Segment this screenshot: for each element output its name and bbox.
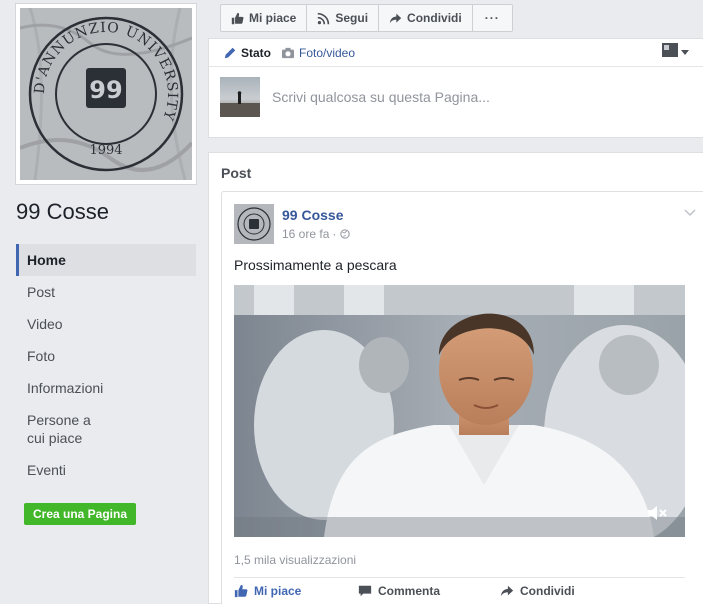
composer-placeholder: Scrivi qualcosa su questa Pagina... <box>272 89 490 105</box>
dropdown-caret-icon <box>681 45 689 59</box>
nav-item-eventi[interactable]: Eventi <box>16 454 196 486</box>
nav-item-informazioni[interactable]: Informazioni <box>16 372 196 404</box>
thumbs-up-icon <box>231 12 244 25</box>
post-like-button[interactable]: Mi piace <box>234 584 330 598</box>
page-nav: Home Post Video Foto Informazioni Person… <box>16 244 196 486</box>
post-text: Prossimamente a pescara <box>234 257 397 273</box>
video-frame <box>234 285 685 537</box>
post-divider <box>234 577 685 578</box>
like-page-label: Mi piace <box>249 11 297 25</box>
like-page-button[interactable]: Mi piace <box>220 4 308 32</box>
share-page-button[interactable]: Condividi <box>378 4 473 32</box>
share-arrow-icon <box>500 584 514 598</box>
composer-tabs: Stato Foto/video <box>209 39 703 67</box>
tab-status-label: Stato <box>241 45 271 60</box>
nav-item-video[interactable]: Video <box>16 308 196 340</box>
post-timestamp[interactable]: 16 ore fa · <box>282 227 351 241</box>
mute-icon[interactable] <box>647 505 669 521</box>
post-actions-bar: Mi piace Commenta Condividi <box>234 584 603 598</box>
posts-section: Post 99 Cosse 16 ore fa · Prossimamente … <box>208 152 703 604</box>
post-composer: Stato Foto/video Scrivi qualcosa su ques… <box>208 38 703 138</box>
pencil-icon <box>223 46 237 60</box>
globe-icon <box>340 229 351 239</box>
video-views-count: 1,5 mila visualizzazioni <box>234 553 357 567</box>
left-column: D'ANNUNZIO UNIVERSITY 99 1994 99 Cosse H… <box>0 0 208 604</box>
share-page-label: Condividi <box>407 11 462 25</box>
more-options-button[interactable]: ··· <box>471 4 513 32</box>
tab-status[interactable]: Stato <box>223 46 271 60</box>
create-page-button[interactable]: Crea una Pagina <box>24 503 136 525</box>
post-time-separator: · <box>332 227 337 241</box>
follow-label: Segui <box>335 11 369 25</box>
page-name: 99 Cosse <box>16 199 109 224</box>
post-share-label: Condividi <box>520 584 575 598</box>
share-arrow-icon <box>389 12 402 25</box>
thumbs-up-icon <box>234 584 248 598</box>
tab-photo-label: Foto/video <box>299 45 356 60</box>
university-seal-logo: D'ANNUNZIO UNIVERSITY 99 1994 <box>20 8 192 180</box>
rss-icon <box>317 12 330 25</box>
post-like-label: Mi piace <box>254 584 302 598</box>
post-video[interactable] <box>234 285 685 537</box>
profile-picture[interactable]: D'ANNUNZIO UNIVERSITY 99 1994 <box>15 3 197 185</box>
seal-year: 1994 <box>89 143 122 158</box>
composer-input-row[interactable]: Scrivi qualcosa su questa Pagina... <box>220 77 490 117</box>
nav-item-home[interactable]: Home <box>16 244 196 276</box>
page-avatar-icon <box>662 43 678 60</box>
nav-item-foto[interactable]: Foto <box>16 340 196 372</box>
comment-icon <box>358 584 372 598</box>
post-card: 99 Cosse 16 ore fa · Prossimamente a pes… <box>221 191 703 604</box>
post-comment-button[interactable]: Commenta <box>358 584 472 598</box>
user-avatar <box>220 77 260 117</box>
nav-item-post[interactable]: Post <box>16 276 196 308</box>
post-author-avatar[interactable] <box>234 204 274 244</box>
camera-icon <box>281 47 295 59</box>
post-comment-label: Commenta <box>378 584 441 598</box>
page-action-bar: Mi piace Segui Condividi ··· <box>220 4 513 32</box>
composer-page-switcher[interactable] <box>662 43 689 60</box>
post-share-button[interactable]: Condividi <box>500 584 575 598</box>
chevron-down-icon[interactable] <box>684 206 696 220</box>
post-time-text: 16 ore fa <box>282 227 330 241</box>
follow-button[interactable]: Segui <box>306 4 380 32</box>
posts-header: Post <box>221 165 252 181</box>
nav-item-persone[interactable]: Persone a cui piace <box>16 404 196 454</box>
post-author-name[interactable]: 99 Cosse <box>282 207 343 223</box>
seal-number: 99 <box>89 76 122 104</box>
tab-photo-video[interactable]: Foto/video <box>281 46 355 60</box>
